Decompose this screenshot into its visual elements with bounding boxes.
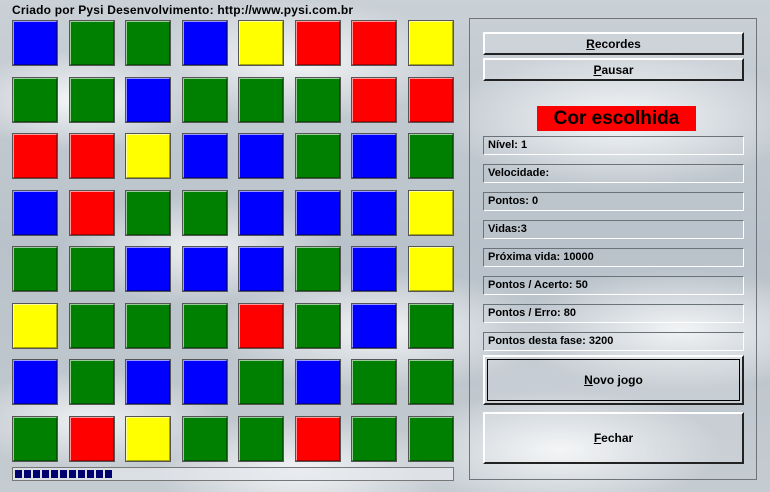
close-label: echar (601, 431, 634, 445)
grid-cell[interactable] (182, 416, 228, 462)
grid-cell[interactable] (182, 359, 228, 405)
new-game-hotkey: N (584, 373, 593, 387)
level-field: Nível: 1 (483, 136, 744, 155)
new-game-button[interactable]: Novo jogo (483, 355, 744, 405)
lives-field: Vidas:3 (483, 220, 744, 239)
grid-cell[interactable] (238, 20, 284, 66)
close-hotkey: F (593, 431, 602, 445)
grid-cell[interactable] (69, 359, 115, 405)
grid-cell[interactable] (408, 246, 454, 292)
phase-points-field: Pontos desta fase: 3200 (483, 332, 744, 351)
grid-cell[interactable] (182, 190, 228, 236)
grid-cell[interactable] (69, 77, 115, 123)
grid-cell[interactable] (182, 20, 228, 66)
grid-cell[interactable] (408, 77, 454, 123)
grid-cell[interactable] (295, 359, 341, 405)
grid-cell[interactable] (238, 359, 284, 405)
chosen-color-indicator: Cor escolhida (537, 106, 696, 131)
pausar-hotkey: P (593, 62, 602, 77)
grid-cell[interactable] (351, 77, 397, 123)
grid-cell[interactable] (182, 77, 228, 123)
pausar-button[interactable]: Pausar (483, 58, 744, 81)
grid-cell[interactable] (295, 133, 341, 179)
recordes-hotkey: R (586, 36, 595, 51)
grid-cell[interactable] (351, 246, 397, 292)
grid-cell[interactable] (182, 246, 228, 292)
grid-cell[interactable] (125, 190, 171, 236)
next-life-field: Próxima vida: 10000 (483, 248, 744, 267)
grid-cell[interactable] (125, 359, 171, 405)
grid-cell[interactable] (69, 416, 115, 462)
grid-cell[interactable] (125, 20, 171, 66)
grid-cell[interactable] (408, 359, 454, 405)
recordes-label: ecordes (594, 36, 641, 51)
grid-cell[interactable] (295, 190, 341, 236)
game-board (12, 20, 454, 462)
grid-cell[interactable] (12, 416, 58, 462)
grid-cell[interactable] (125, 246, 171, 292)
pausar-label: ausar (601, 62, 634, 77)
grid-cell[interactable] (238, 416, 284, 462)
grid-cell[interactable] (351, 190, 397, 236)
grid-cell[interactable] (408, 416, 454, 462)
grid-cell[interactable] (238, 133, 284, 179)
grid-cell[interactable] (408, 190, 454, 236)
grid-cell[interactable] (351, 133, 397, 179)
grid-cell[interactable] (238, 246, 284, 292)
grid-cell[interactable] (69, 20, 115, 66)
close-button[interactable]: Fechar (483, 412, 744, 464)
grid-cell[interactable] (351, 20, 397, 66)
grid-cell[interactable] (12, 20, 58, 66)
grid-cell[interactable] (238, 303, 284, 349)
credit-text: Criado por Pysi Desenvolvimento: http://… (12, 3, 354, 17)
time-progress-bar (12, 467, 454, 481)
grid-cell[interactable] (351, 359, 397, 405)
grid-cell[interactable] (12, 77, 58, 123)
grid-cell[interactable] (295, 416, 341, 462)
grid-cell[interactable] (408, 20, 454, 66)
recordes-button[interactable]: Recordes (483, 32, 744, 55)
grid-cell[interactable] (12, 359, 58, 405)
grid-cell[interactable] (125, 303, 171, 349)
grid-cell[interactable] (408, 133, 454, 179)
grid-cell[interactable] (408, 303, 454, 349)
grid-cell[interactable] (12, 133, 58, 179)
grid-cell[interactable] (238, 77, 284, 123)
grid-cell[interactable] (295, 20, 341, 66)
grid-cell[interactable] (182, 133, 228, 179)
grid-cell[interactable] (12, 190, 58, 236)
grid-cell[interactable] (69, 303, 115, 349)
grid-cell[interactable] (351, 303, 397, 349)
points-field: Pontos: 0 (483, 192, 744, 211)
grid-cell[interactable] (12, 303, 58, 349)
grid-cell[interactable] (295, 77, 341, 123)
grid-cell[interactable] (238, 190, 284, 236)
grid-cell[interactable] (125, 416, 171, 462)
grid-cell[interactable] (295, 303, 341, 349)
grid-cell[interactable] (351, 416, 397, 462)
time-progress-fill (15, 470, 112, 478)
points-per-hit-field: Pontos / Acerto: 50 (483, 276, 744, 295)
new-game-label: ovo jogo (592, 373, 643, 387)
speed-field: Velocidade: (483, 164, 744, 183)
grid-cell[interactable] (69, 190, 115, 236)
grid-cell[interactable] (69, 246, 115, 292)
grid-cell[interactable] (125, 77, 171, 123)
grid-cell[interactable] (12, 246, 58, 292)
points-per-miss-field: Pontos / Erro: 80 (483, 304, 744, 323)
grid-cell[interactable] (182, 303, 228, 349)
grid-cell[interactable] (69, 133, 115, 179)
grid-cell[interactable] (295, 246, 341, 292)
grid-cell[interactable] (125, 133, 171, 179)
